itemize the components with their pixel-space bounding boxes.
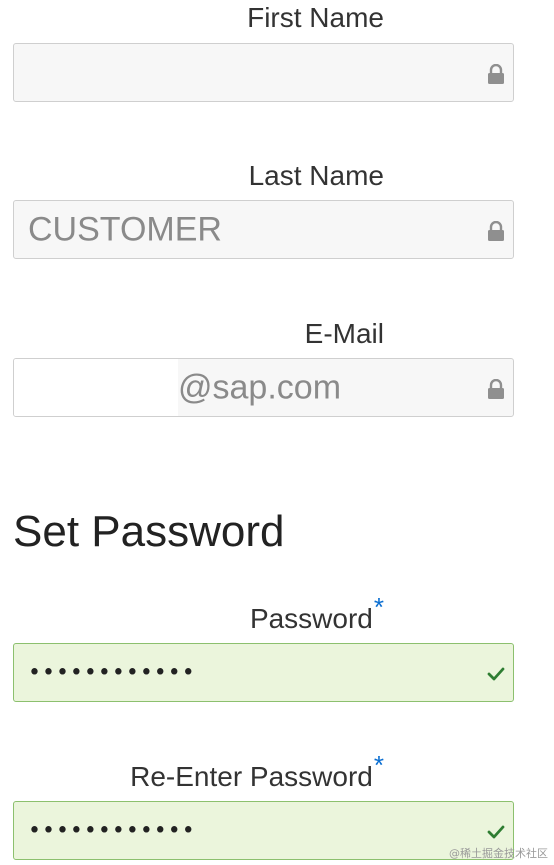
lock-icon xyxy=(488,64,504,84)
checkmark-icon xyxy=(487,825,505,839)
email-redaction xyxy=(14,359,178,416)
last-name-field[interactable]: CUSTOMER xyxy=(13,200,514,259)
password-label: Password* xyxy=(249,592,384,635)
reenter-password-field[interactable]: •••••••••••• xyxy=(13,801,514,860)
registration-form: First Name Last Name CUSTOMER E-Mail @sa… xyxy=(0,0,554,865)
first-name-field[interactable] xyxy=(13,43,514,102)
lock-icon xyxy=(488,379,504,399)
password-field[interactable]: •••••••••••• xyxy=(13,643,514,702)
watermark: @稀土掘金技术社区 xyxy=(449,847,548,860)
email-label-text: E-Mail xyxy=(304,318,384,349)
first-name-label: First Name xyxy=(247,2,384,34)
set-password-heading: Set Password xyxy=(13,507,285,556)
reenter-password-label: Re-Enter Password* xyxy=(130,750,384,793)
last-name-label-text: Last Name xyxy=(248,160,384,191)
password-masked-value: •••••••••••• xyxy=(28,660,196,685)
email-value: @sap.com xyxy=(178,368,342,406)
checkmark-icon xyxy=(487,667,505,681)
required-marker: * xyxy=(373,592,384,622)
reenter-password-label-text: Re-Enter Password xyxy=(130,761,373,792)
required-marker: * xyxy=(373,750,384,780)
lock-icon xyxy=(488,221,504,241)
first-name-label-text: First Name xyxy=(247,2,384,33)
last-name-label: Last Name xyxy=(249,160,384,192)
password-label-text: Password xyxy=(249,603,373,634)
last-name-value: CUSTOMER xyxy=(28,210,222,248)
email-field[interactable]: @sap.com xyxy=(13,358,514,417)
email-label: E-Mail xyxy=(305,318,384,350)
reenter-password-masked-value: •••••••••••• xyxy=(28,818,196,843)
